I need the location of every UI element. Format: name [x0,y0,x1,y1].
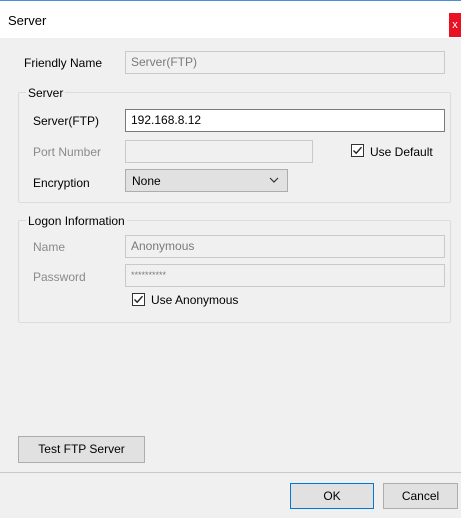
name-label: Name [33,240,66,254]
logon-group-title: Logon Information [26,214,127,228]
friendly-name-label: Friendly Name [24,56,103,70]
port-number-label: Port Number [33,145,102,159]
use-anonymous-checkbox[interactable] [132,293,145,306]
checkmark-icon [134,295,144,304]
name-field[interactable]: Anonymous [125,235,445,258]
server-group-title: Server [26,86,66,100]
server-address-field[interactable]: 192.168.8.12 [125,109,445,132]
chevron-down-icon [269,177,279,183]
test-ftp-server-button[interactable]: Test FTP Server [18,436,145,463]
ok-button[interactable]: OK [290,483,374,509]
footer-separator [0,472,461,473]
title-bar: Server x [0,0,461,38]
server-label: Server(FTP) [33,114,99,128]
cancel-button[interactable]: Cancel [383,483,458,509]
port-number-field[interactable] [125,140,313,163]
use-default-label[interactable]: Use Default [370,145,433,159]
password-field[interactable]: ********** [125,264,445,287]
password-label: Password [33,270,86,284]
close-button[interactable]: x [449,13,461,37]
encryption-label: Encryption [33,176,90,190]
friendly-name-field[interactable]: Server(FTP) [125,51,445,74]
encryption-select[interactable]: None [125,169,288,192]
checkmark-icon [353,146,363,155]
window-title: Server [8,13,47,28]
use-anonymous-label[interactable]: Use Anonymous [151,293,238,307]
encryption-value: None [132,174,161,188]
close-icon[interactable]: x [452,19,458,31]
use-default-checkbox[interactable] [351,144,364,157]
